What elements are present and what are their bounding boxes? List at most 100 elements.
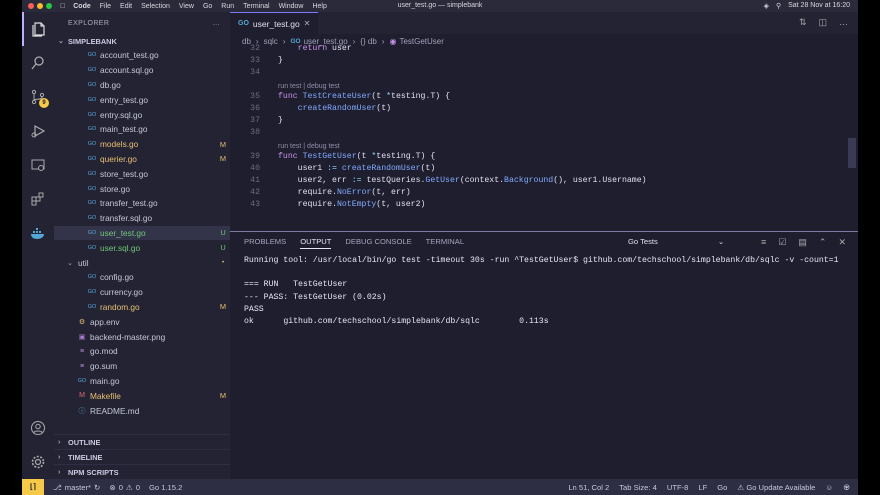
editor-scrollbar[interactable] <box>848 138 856 168</box>
section-outline[interactable]: › OUTLINE <box>54 434 230 449</box>
code-text[interactable]: } <box>278 56 283 65</box>
go-update-status[interactable]: ⚠ Go Update Available <box>737 483 815 492</box>
tab-problems[interactable]: PROBLEMS <box>244 237 286 249</box>
source-control-view-button[interactable]: 9 <box>22 80 54 114</box>
file-item[interactable]: M Makefile M <box>54 388 230 403</box>
code-text[interactable]: } <box>278 116 283 125</box>
file-item[interactable]: ⚙ app.env <box>54 314 230 329</box>
menu-item-view[interactable]: View <box>179 3 194 10</box>
file-item[interactable]: GO main.go <box>54 374 230 389</box>
tab-terminal[interactable]: TERMINAL <box>426 237 464 249</box>
minimize-window-button[interactable] <box>37 3 43 9</box>
project-folder-header[interactable]: ⌄ SIMPLEBANK <box>54 34 230 48</box>
more-actions-icon[interactable]: … <box>839 17 848 28</box>
tab-user-test-go[interactable]: GO user_test.go ✕ <box>230 12 319 34</box>
codelens-run-test[interactable]: run test | debug test <box>230 138 858 150</box>
tab-debug-console[interactable]: DEBUG CONSOLE <box>345 237 411 249</box>
close-window-button[interactable] <box>28 3 34 9</box>
branch-status[interactable]: ⎇ master* ↻ <box>53 483 100 492</box>
zoom-window-button[interactable] <box>46 3 52 9</box>
menu-item-file[interactable]: File <box>100 3 111 10</box>
menu-item-go[interactable]: Go <box>203 3 212 10</box>
file-item[interactable]: GO currency.go <box>54 285 230 300</box>
file-item[interactable]: GO transfer_test.go <box>54 196 230 211</box>
file-item[interactable]: GO db.go <box>54 78 230 93</box>
menu-item-app[interactable]: Code <box>73 3 91 10</box>
open-log-icon[interactable]: ▤ <box>798 237 807 248</box>
output-log[interactable]: Running tool: /usr/local/bin/go test -ti… <box>230 254 858 329</box>
codelens-run-test[interactable]: run test | debug test <box>230 78 858 90</box>
feedback-icon[interactable]: ☺ <box>825 483 833 492</box>
extensions-view-button[interactable] <box>22 182 54 216</box>
remote-indicator[interactable]: ⌊⌉ <box>22 479 44 495</box>
section-npm-scripts[interactable]: › NPM SCRIPTS <box>54 464 230 479</box>
more-actions-icon[interactable]: … <box>213 20 220 27</box>
file-item[interactable]: GO account.sql.go <box>54 63 230 78</box>
file-item[interactable]: ≡ go.mod <box>54 344 230 359</box>
file-item[interactable]: GO random.go M <box>54 300 230 315</box>
problems-status[interactable]: ⊗ 0 ⚠ 0 <box>109 483 140 492</box>
docker-view-button[interactable] <box>22 216 54 250</box>
explorer-view-button[interactable] <box>22 12 54 46</box>
wifi-icon[interactable]: ◈ <box>764 2 769 10</box>
file-item[interactable]: GO querier.go M <box>54 152 230 167</box>
remote-explorer-button[interactable] <box>22 148 54 182</box>
end-of-line[interactable]: LF <box>698 483 707 492</box>
code-text[interactable]: user1 := createRandomUser(t) <box>278 164 436 173</box>
menu-item-run[interactable]: Run <box>221 3 234 10</box>
output-channel-select[interactable]: Go Tests ⌄ <box>628 237 724 246</box>
maximize-panel-icon[interactable]: ⌃ <box>819 237 827 248</box>
close-icon[interactable]: ✕ <box>304 19 311 28</box>
file-item[interactable]: GO transfer.sql.go <box>54 211 230 226</box>
code-line: 43 require.NotEmpty(t, user2) <box>230 198 858 210</box>
split-editor-icon[interactable]: ◫ <box>818 17 827 28</box>
language-mode[interactable]: Go <box>717 483 727 492</box>
lock-icon[interactable]: ☑ <box>778 237 786 248</box>
menu-item-window[interactable]: Window <box>279 3 304 10</box>
file-item[interactable]: GO user_test.go U <box>54 225 230 241</box>
file-item[interactable]: GO store_test.go <box>54 166 230 181</box>
clear-output-icon[interactable]: ≡ <box>761 237 766 248</box>
accounts-button[interactable] <box>22 411 54 445</box>
file-item[interactable]: GO models.go M <box>54 137 230 152</box>
clock[interactable]: Sat 28 Nov at 16:20 <box>788 2 850 10</box>
search-icon[interactable]: ⚲ <box>776 2 781 10</box>
code-text[interactable]: createRandomUser(t) <box>278 104 391 113</box>
file-item[interactable]: GO account_test.go <box>54 48 230 63</box>
file-item[interactable]: ≡ go.sum <box>54 359 230 374</box>
notifications-icon[interactable]: ♼ <box>843 483 850 492</box>
open-changes-icon[interactable]: ⇅ <box>799 17 807 28</box>
code-text[interactable]: return user <box>278 44 352 53</box>
file-item[interactable]: GO entry_test.go <box>54 92 230 107</box>
code-editor[interactable]: 32 return user 33} 34 run test | debug test… <box>230 42 858 225</box>
encoding[interactable]: UTF-8 <box>667 483 689 492</box>
file-item[interactable]: GO config.go <box>54 270 230 285</box>
menu-item-edit[interactable]: Edit <box>120 3 132 10</box>
file-item[interactable]: GO store.go <box>54 181 230 196</box>
file-item[interactable]: GO entry.sql.go <box>54 107 230 122</box>
code-text[interactable]: func TestCreateUser(t *testing.T) { <box>278 92 450 101</box>
menu-item-selection[interactable]: Selection <box>141 3 170 10</box>
tab-output[interactable]: OUTPUT <box>300 237 332 249</box>
file-item[interactable]: ▣ backend-master.png <box>54 329 230 344</box>
code-text[interactable]: user2, err := testQueries.GetUser(contex… <box>278 176 647 185</box>
code-text[interactable]: func TestGetUser(t *testing.T) { <box>278 152 435 161</box>
run-debug-view-button[interactable] <box>22 114 54 148</box>
close-panel-icon[interactable]: ✕ <box>838 237 846 248</box>
apple-icon[interactable]:  <box>60 3 65 10</box>
code-text[interactable]: require.NoError(t, err) <box>278 188 411 197</box>
manage-button[interactable] <box>22 445 54 479</box>
file-item[interactable]: GO user.sql.go U <box>54 240 230 255</box>
sync-icon[interactable]: ↻ <box>94 483 100 492</box>
file-item[interactable]: GO main_test.go <box>54 122 230 137</box>
section-timeline[interactable]: › TIMELINE <box>54 449 230 464</box>
tab-size[interactable]: Tab Size: 4 <box>619 483 657 492</box>
cursor-position[interactable]: Ln 51, Col 2 <box>568 483 609 492</box>
go-version-status[interactable]: Go 1.15.2 <box>149 483 182 492</box>
menu-item-terminal[interactable]: Terminal <box>243 3 269 10</box>
code-text[interactable]: require.NotEmpty(t, user2) <box>278 200 426 209</box>
folder-item[interactable]: ⌄ util • <box>54 255 230 270</box>
search-view-button[interactable] <box>22 46 54 80</box>
file-item[interactable]: ⓘ README.md <box>54 403 230 418</box>
menu-item-help[interactable]: Help <box>312 3 326 10</box>
